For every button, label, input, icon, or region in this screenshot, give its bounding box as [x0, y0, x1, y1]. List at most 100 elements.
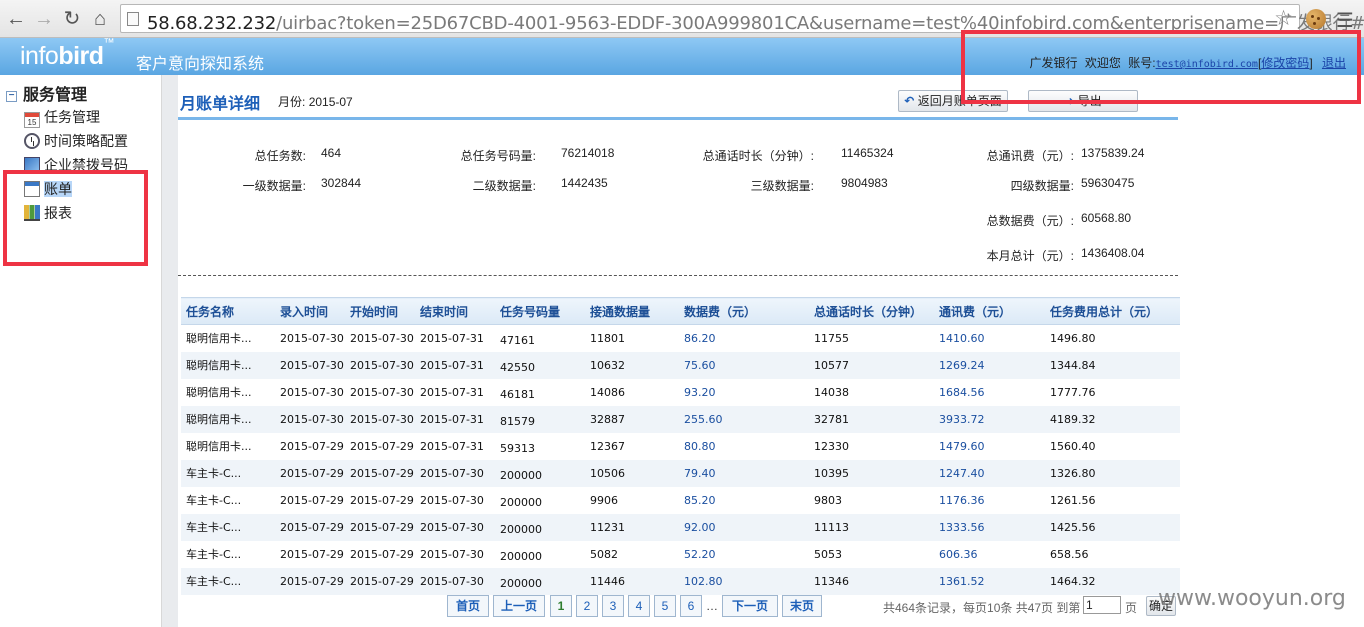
column-header[interactable]: 结束时间 [415, 297, 495, 325]
infobird-logo: infobird™ [20, 36, 115, 70]
table-cell: 11113 [809, 513, 934, 541]
table-cell: 1176.36 [939, 493, 985, 507]
table-cell: 92.00 [679, 513, 809, 541]
table-cell: 11346 [809, 567, 934, 595]
column-header[interactable]: 任务费用总计（元） [1045, 297, 1180, 325]
table-cell: 2015-07-29 [280, 547, 344, 561]
table-cell: 2015-07-30 [280, 385, 344, 399]
column-header[interactable]: 开始时间 [345, 297, 415, 325]
column-header[interactable]: 接通数据量 [585, 297, 679, 325]
table-cell: 11231 [585, 513, 679, 541]
forward-arrow-icon[interactable]: → [32, 7, 56, 31]
table-row: 车主卡-C... 2015-07-29 2015-07-29 2015-07-30 20… [181, 487, 1180, 514]
bill-table: 任务名称 录入时间 开始时间 结束时间 任务号码量 接通数据量 数据费（元） 总… [181, 297, 1180, 595]
page-suffix: 页 [1125, 601, 1138, 615]
bookmark-star-icon[interactable]: ☆ [1274, 6, 1293, 31]
tree-root-service-management[interactable]: − 服务管理 [6, 81, 87, 105]
total-comm-fee-label: 总通讯费（元）: [986, 149, 1074, 163]
table-cell: 2015-07-29 [345, 513, 415, 541]
cookie-extension-icon[interactable] [1306, 9, 1326, 29]
column-header[interactable]: 总通话时长（分钟） [809, 297, 934, 325]
prev-page-button[interactable]: 上一页 [493, 595, 545, 617]
table-cell: 聪明信用卡... [186, 332, 252, 346]
total-data-fee-label: 总数据费（元）: [986, 214, 1074, 228]
level2-label: 二级数据量: [472, 179, 536, 193]
table-cell: 2015-07-29 [280, 493, 344, 507]
page-icon [127, 12, 139, 26]
page-number-2[interactable]: 2 [576, 595, 598, 617]
main-content: 月账单详细 月份: 2015-07 ↶ 返回月账单页面 ➜ 导出 总任务数: 4… [178, 75, 1364, 627]
table-cell: 2015-07-30 [350, 385, 414, 399]
table-cell: 1777.76 [1050, 385, 1096, 399]
page-number-3[interactable]: 3 [602, 595, 624, 617]
table-cell: 2015-07-30 [345, 351, 415, 379]
table-cell: 2015-07-29 [275, 459, 345, 487]
column-header[interactable]: 任务名称 [181, 297, 275, 325]
table-cell: 聪明信用卡... [181, 351, 275, 379]
page-number-1[interactable]: 1 [550, 595, 572, 617]
table-cell: 606.36 [939, 547, 978, 561]
column-header[interactable]: 通讯费（元） [934, 297, 1045, 325]
pager-ellipsis: … [706, 599, 718, 613]
table-cell: 86.20 [684, 331, 716, 345]
first-page-button[interactable]: 首页 [447, 595, 489, 617]
table-cell: 1684.56 [939, 385, 985, 399]
table-cell: 1361.52 [934, 567, 1045, 595]
column-header[interactable]: 任务号码量 [495, 297, 585, 325]
table-cell: 47161 [500, 333, 535, 347]
table-cell: 42550 [495, 351, 585, 379]
total-comm-fee-value: 1375839.24 [1081, 146, 1145, 160]
table-cell: 12367 [590, 439, 625, 453]
column-header[interactable]: 录入时间 [275, 297, 345, 325]
total-data-fee-value: 60568.80 [1081, 211, 1132, 225]
page-number-6[interactable]: 6 [680, 595, 702, 617]
level4-label: 四级数据量: [1010, 179, 1074, 193]
table-cell: 2015-07-30 [415, 567, 495, 595]
table-row: 车主卡-C... 2015-07-29 2015-07-29 2015-07-30 20… [181, 541, 1180, 568]
last-page-button[interactable]: 末页 [782, 595, 822, 617]
table-cell: 2015-07-31 [420, 439, 484, 453]
sidebar-splitter[interactable] [162, 75, 178, 627]
table-cell: 12330 [814, 439, 849, 453]
page-number-input[interactable]: 1 [1083, 596, 1121, 614]
table-cell: 10577 [809, 351, 934, 379]
next-page-button[interactable]: 下一页 [722, 595, 778, 617]
table-cell: 200000 [495, 459, 585, 487]
sidebar-item-time-policy[interactable]: 时间策略配置 [24, 131, 128, 151]
table-cell: 2015-07-30 [420, 547, 484, 561]
table-cell: 9803 [814, 493, 842, 507]
reload-icon[interactable]: ↻ [60, 7, 84, 31]
column-header[interactable]: 数据费（元） [679, 297, 809, 325]
table-cell: 2015-07-30 [420, 493, 484, 507]
table-row: 聪明信用卡... 2015-07-30 2015-07-30 2015-07-31 46… [181, 379, 1180, 406]
table-cell: 1496.80 [1050, 331, 1096, 345]
table-cell: 11446 [585, 567, 679, 595]
sidebar-item-task-management[interactable]: 15 任务管理 [24, 107, 100, 128]
table-cell: 1326.80 [1045, 459, 1180, 487]
table-cell: 1560.40 [1050, 439, 1096, 453]
table-cell: 46181 [500, 387, 535, 401]
table-cell: 车主卡-C... [181, 513, 275, 541]
table-cell: 32781 [809, 405, 934, 433]
table-cell: 5082 [590, 547, 618, 561]
table-cell: 2015-07-30 [415, 513, 495, 541]
address-bar[interactable]: 58.68.232.232/uirbac?token=25D67CBD-4001… [120, 4, 1364, 34]
table-cell: 2015-07-30 [275, 351, 345, 379]
total-tasks-value: 464 [321, 146, 342, 160]
table-cell: 10632 [585, 351, 679, 379]
table-cell: 2015-07-30 [280, 331, 344, 345]
table-cell: 200000 [495, 513, 585, 541]
page-number-4[interactable]: 4 [628, 595, 650, 617]
table-cell: 2015-07-30 [345, 405, 415, 433]
back-arrow-icon[interactable]: ← [4, 7, 28, 31]
table-cell: 32887 [585, 405, 679, 433]
total-minutes-value: 11465324 [841, 146, 894, 160]
collapse-icon[interactable]: − [6, 91, 17, 102]
month-value: 2015-07 [308, 95, 353, 109]
table-cell: 1269.24 [934, 351, 1045, 379]
month-total-label: 本月总计（元）: [986, 249, 1074, 263]
table-cell: 1479.60 [939, 439, 985, 453]
home-icon[interactable]: ⌂ [88, 7, 112, 31]
level4-value: 59630475 [1081, 176, 1135, 190]
page-number-5[interactable]: 5 [654, 595, 676, 617]
